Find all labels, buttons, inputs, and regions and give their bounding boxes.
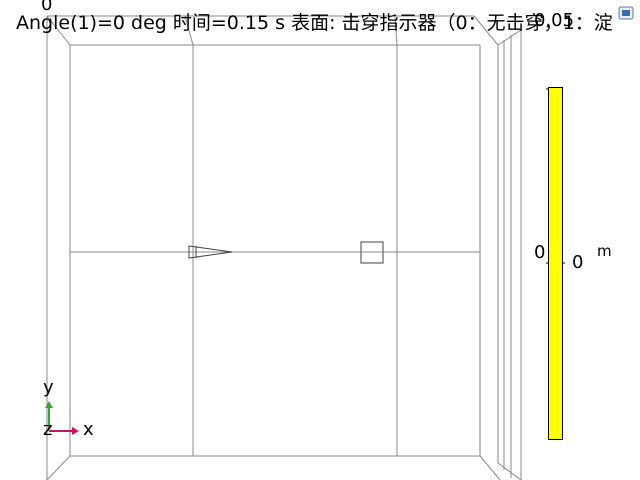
colorbar-top-label: 0.05 [534,10,575,31]
z-axis-label: z [43,419,53,440]
graphics-viewport[interactable] [0,0,640,480]
colorbar-unit-label: m [597,242,612,260]
y-axis-label: y [43,377,54,398]
colorbar-mid-label-right: 0 [572,252,584,273]
colorbar [548,87,563,440]
geometry-wireframe [46,15,522,480]
axis-top-tick-label: 0 [41,0,53,15]
toolbar-icon[interactable] [618,6,634,20]
x-axis-label: x [83,419,94,440]
colorbar-mid-label-left: 0 [534,242,546,263]
plot-title: Angle(1)=0 deg 时间=0.15 s 表面: 击穿指示器（0：无击穿… [16,12,613,34]
x-axis-arrowhead [72,427,79,435]
y-axis-arrowhead [45,401,53,408]
